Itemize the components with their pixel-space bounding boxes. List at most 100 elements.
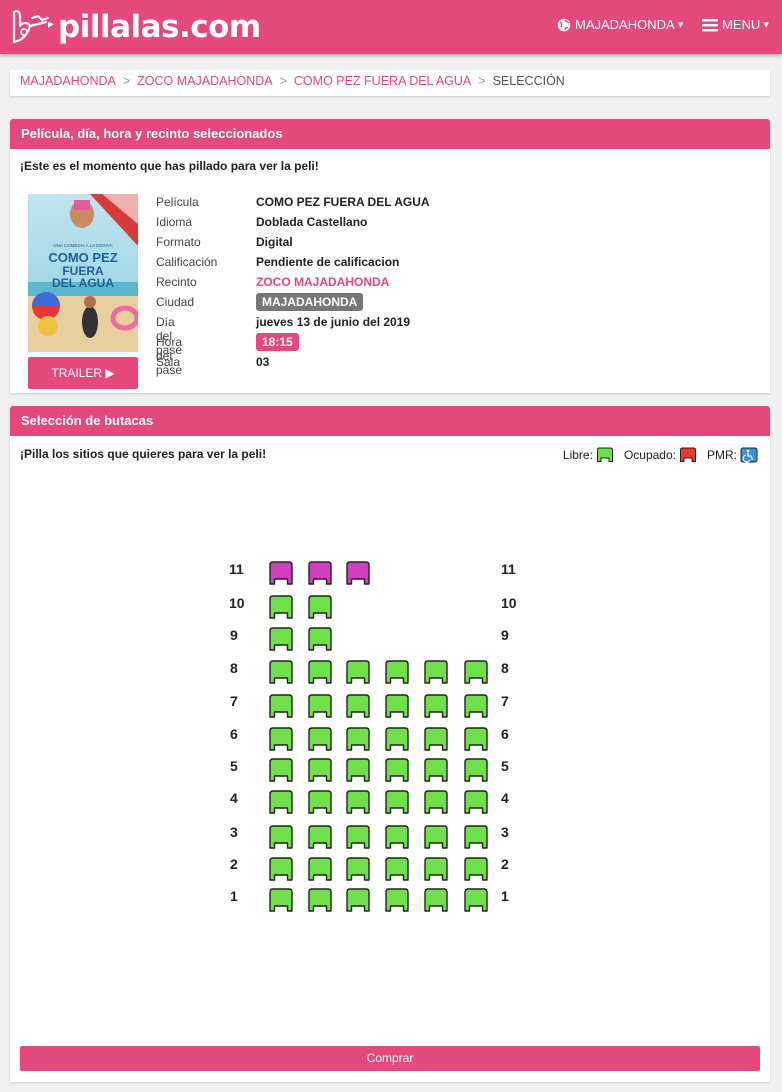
- seat-libre[interactable]: [307, 693, 333, 719]
- detail-label: Calificación: [156, 255, 218, 269]
- row-label: 9: [501, 627, 509, 643]
- menu-button[interactable]: MENU ▾: [702, 17, 769, 32]
- seat-libre[interactable]: [345, 824, 371, 850]
- buy-label: Comprar: [366, 1051, 414, 1065]
- seat-libre[interactable]: [268, 789, 294, 815]
- seat-libre[interactable]: [307, 659, 333, 685]
- brand-logo[interactable]: pillalas.com: [8, 6, 261, 48]
- seat-libre[interactable]: [463, 856, 489, 882]
- seat-libre[interactable]: [345, 726, 371, 752]
- seat-libre[interactable]: [384, 693, 410, 719]
- breadcrumb: MAJADAHONDA > ZOCO MAJADAHONDA > COMO PE…: [10, 70, 770, 96]
- seat-libre[interactable]: [423, 726, 449, 752]
- seat-libre[interactable]: [463, 726, 489, 752]
- seat-libre[interactable]: [463, 693, 489, 719]
- row-label: 2: [230, 856, 238, 872]
- breadcrumb-city[interactable]: MAJADAHONDA: [20, 74, 116, 96]
- seat-libre[interactable]: [423, 856, 449, 882]
- row-label: 4: [230, 790, 238, 806]
- globe-icon: [557, 18, 571, 31]
- detail-value-pelicula: COMO PEZ FUERA DEL AGUA: [256, 195, 430, 209]
- seat-libre[interactable]: [345, 856, 371, 882]
- detail-value-sala: 03: [256, 355, 270, 369]
- detail-value-formato: Digital: [256, 235, 293, 249]
- detail-value-idioma: Doblada Castellano: [256, 215, 368, 229]
- seat-special[interactable]: [345, 560, 371, 586]
- breadcrumb-movie[interactable]: COMO PEZ FUERA DEL AGUA: [294, 74, 471, 96]
- seat-libre[interactable]: [463, 757, 489, 783]
- trailer-button[interactable]: TRAILER ▶: [28, 357, 138, 389]
- row-label: 5: [501, 758, 509, 774]
- seat-libre[interactable]: [307, 594, 333, 620]
- seat-libre[interactable]: [423, 789, 449, 815]
- breadcrumb-venue[interactable]: ZOCO MAJADAHONDA: [137, 74, 272, 96]
- chevron-down-icon: ▾: [677, 19, 684, 31]
- row-label: 8: [501, 660, 509, 676]
- seat-libre[interactable]: [307, 626, 333, 652]
- seat-libre[interactable]: [345, 693, 371, 719]
- seat-libre[interactable]: [268, 659, 294, 685]
- detail-label: Recinto: [156, 275, 197, 289]
- city-selector[interactable]: MAJADAHONDA ▾: [557, 17, 683, 32]
- row-label: 1: [230, 888, 238, 904]
- seat-libre[interactable]: [423, 757, 449, 783]
- seat-libre[interactable]: [307, 789, 333, 815]
- seat-libre[interactable]: [307, 757, 333, 783]
- seat-libre[interactable]: [268, 626, 294, 652]
- seat-libre[interactable]: [345, 887, 371, 913]
- row-label: 5: [230, 758, 238, 774]
- breadcrumb-separator: >: [279, 74, 287, 88]
- play-icon: ▶: [105, 366, 115, 380]
- seat-libre[interactable]: [307, 824, 333, 850]
- seat-libre[interactable]: [268, 887, 294, 913]
- seat-libre[interactable]: [268, 757, 294, 783]
- seat-libre[interactable]: [307, 887, 333, 913]
- seat-libre[interactable]: [345, 789, 371, 815]
- seat-libre[interactable]: [384, 726, 410, 752]
- seat-libre[interactable]: [423, 824, 449, 850]
- top-navbar: pillalas.com MAJADAHONDA ▾ MENU ▾: [0, 0, 782, 54]
- seat-libre[interactable]: [423, 659, 449, 685]
- city-badge: MAJADAHONDA: [256, 293, 364, 311]
- seat-libre[interactable]: [307, 726, 333, 752]
- seat-libre[interactable]: [384, 659, 410, 685]
- seat-libre[interactable]: [463, 659, 489, 685]
- row-label: 10: [501, 595, 517, 611]
- menu-label: MENU: [722, 17, 761, 32]
- seat-libre[interactable]: [463, 824, 489, 850]
- venue-link[interactable]: ZOCO MAJADAHONDA: [256, 275, 389, 289]
- row-label: 6: [501, 726, 509, 742]
- row-label: 3: [501, 824, 509, 840]
- seat-libre[interactable]: [268, 594, 294, 620]
- detail-label: Idioma: [156, 215, 193, 229]
- seat-libre[interactable]: [345, 757, 371, 783]
- seat-libre[interactable]: [463, 789, 489, 815]
- seat-libre[interactable]: [268, 693, 294, 719]
- seat-libre[interactable]: [307, 856, 333, 882]
- chevron-down-icon: ▾: [763, 19, 769, 31]
- buy-button[interactable]: Comprar: [20, 1046, 760, 1071]
- detail-value-dia: jueves 13 de junio del 2019: [256, 315, 411, 329]
- seat-special[interactable]: [307, 560, 333, 586]
- seat-libre[interactable]: [268, 824, 294, 850]
- seat-libre[interactable]: [384, 824, 410, 850]
- city-label: MAJADAHONDA: [575, 17, 675, 32]
- seat-special[interactable]: [268, 560, 294, 586]
- seat-libre[interactable]: [345, 659, 371, 685]
- poster-tagline: UNA COMEDIA A LA DERIVA: [53, 243, 112, 248]
- seat-libre[interactable]: [463, 887, 489, 913]
- row-label: 7: [230, 693, 238, 709]
- movie-poster[interactable]: UNA COMEDIA A LA DERIVA COMO PEZ FUERA D…: [28, 194, 138, 352]
- seat-libre[interactable]: [384, 856, 410, 882]
- seat-libre[interactable]: [268, 856, 294, 882]
- detail-label: Formato: [156, 235, 201, 249]
- seat-libre[interactable]: [423, 887, 449, 913]
- row-label: 2: [501, 856, 509, 872]
- seat-libre[interactable]: [423, 693, 449, 719]
- seat-libre[interactable]: [384, 789, 410, 815]
- seat-libre[interactable]: [384, 887, 410, 913]
- hamburger-icon: [702, 18, 718, 31]
- seat-libre[interactable]: [268, 726, 294, 752]
- seat-libre[interactable]: [384, 757, 410, 783]
- row-label: 9: [230, 627, 238, 643]
